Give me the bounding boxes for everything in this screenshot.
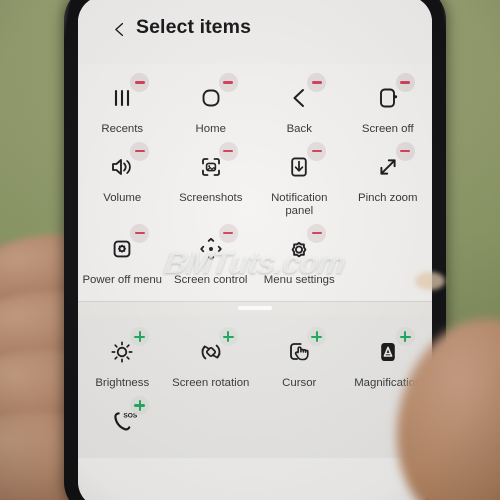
item-label: Screen rotation bbox=[172, 377, 250, 390]
remove-badge[interactable] bbox=[130, 73, 150, 92]
item-row: Volume Screenshots Notification panel Pi… bbox=[78, 141, 432, 223]
phone-device: Select items Recents Home Back Screen of… bbox=[64, 0, 446, 500]
item-screen-control[interactable]: Screen control bbox=[167, 223, 256, 292]
remove-badge[interactable] bbox=[218, 141, 238, 161]
item-power-off-menu[interactable]: Power off menu bbox=[78, 223, 167, 292]
item-empty-slot bbox=[167, 395, 256, 405]
remove-badge[interactable] bbox=[395, 141, 415, 161]
scene: Select items Recents Home Back Screen of… bbox=[0, 0, 500, 500]
volume-icon bbox=[94, 141, 150, 187]
available-items-panel: Brightness Screen rotation Cursor Magnif… bbox=[78, 316, 432, 458]
screen-off-icon bbox=[360, 73, 416, 118]
item-row-partial: SOS bbox=[78, 395, 432, 450]
item-row: Recents Home Back Screen off bbox=[78, 72, 432, 141]
remove-badge[interactable] bbox=[307, 141, 327, 161]
item-label: Screenshots bbox=[179, 191, 243, 204]
item-back[interactable]: Back bbox=[255, 72, 344, 141]
item-label: Pinch zoom bbox=[357, 191, 418, 204]
item-label: Recents bbox=[101, 123, 144, 135]
item-recents[interactable]: Recents bbox=[78, 72, 167, 141]
item-menu-settings[interactable]: Menu settings bbox=[255, 223, 344, 292]
item-notification-panel[interactable]: Notification panel bbox=[255, 141, 344, 223]
power-off-menu-icon bbox=[94, 223, 150, 269]
item-screenshots[interactable]: Screenshots bbox=[167, 141, 256, 210]
item-screen-off[interactable]: Screen off bbox=[344, 72, 433, 141]
screen-header: Select items bbox=[78, 0, 432, 64]
panel-divider bbox=[78, 301, 432, 317]
item-brightness[interactable]: Brightness bbox=[78, 326, 167, 395]
item-empty-slot bbox=[255, 395, 344, 405]
home-icon bbox=[183, 73, 239, 118]
item-row: Power off menu Screen control Menu setti… bbox=[78, 223, 432, 292]
remove-badge[interactable] bbox=[130, 223, 150, 243]
item-label: Brightness bbox=[95, 377, 150, 390]
drag-handle[interactable] bbox=[238, 306, 272, 311]
item-sos-call[interactable]: SOS bbox=[78, 395, 167, 450]
item-label: Home bbox=[195, 123, 226, 135]
item-label: Screen control bbox=[174, 273, 248, 286]
item-volume[interactable]: Volume bbox=[78, 141, 167, 210]
item-label: Cursor bbox=[282, 377, 317, 390]
recents-icon bbox=[94, 73, 150, 118]
menu-settings-icon bbox=[271, 223, 327, 269]
thumb-highlight bbox=[415, 272, 445, 290]
item-empty-slot bbox=[344, 223, 433, 233]
item-label: Back bbox=[286, 123, 312, 135]
phone-screen: Select items Recents Home Back Screen of… bbox=[78, 0, 432, 500]
item-home[interactable]: Home bbox=[167, 72, 256, 141]
item-row: Brightness Screen rotation Cursor Magnif… bbox=[78, 326, 432, 395]
item-label: Volume bbox=[103, 191, 142, 204]
screenshots-icon bbox=[183, 141, 239, 187]
brightness-icon bbox=[94, 327, 150, 372]
add-badge[interactable] bbox=[307, 327, 327, 347]
remove-badge[interactable] bbox=[218, 223, 238, 243]
pinch-zoom-icon bbox=[360, 141, 416, 187]
remove-badge[interactable] bbox=[307, 73, 327, 92]
sos-call-icon: SOS bbox=[94, 395, 150, 441]
remove-badge[interactable] bbox=[307, 223, 327, 243]
remove-badge[interactable] bbox=[130, 141, 150, 161]
cursor-icon bbox=[271, 327, 327, 372]
add-badge[interactable] bbox=[130, 395, 150, 415]
back-icon bbox=[271, 73, 327, 118]
item-cursor[interactable]: Cursor bbox=[255, 326, 344, 395]
item-label: Power off menu bbox=[82, 273, 163, 286]
item-pinch-zoom[interactable]: Pinch zoom bbox=[344, 141, 433, 210]
item-label: Screen off bbox=[361, 123, 414, 135]
remove-badge[interactable] bbox=[218, 73, 238, 92]
remove-badge[interactable] bbox=[395, 73, 415, 92]
item-label: Notification panel bbox=[271, 191, 328, 218]
back-button[interactable] bbox=[112, 22, 127, 37]
item-screen-rotation[interactable]: Screen rotation bbox=[167, 326, 256, 395]
page-title: Select items bbox=[136, 16, 252, 38]
item-label: Menu settings bbox=[263, 273, 335, 286]
add-badge[interactable] bbox=[218, 327, 238, 347]
add-badge[interactable] bbox=[130, 327, 150, 347]
screen-control-icon bbox=[183, 223, 239, 269]
selected-items-panel: Recents Home Back Screen off Volume Scre… bbox=[78, 64, 432, 302]
notification-panel-icon bbox=[271, 141, 327, 187]
screen-rotation-icon bbox=[183, 327, 239, 372]
